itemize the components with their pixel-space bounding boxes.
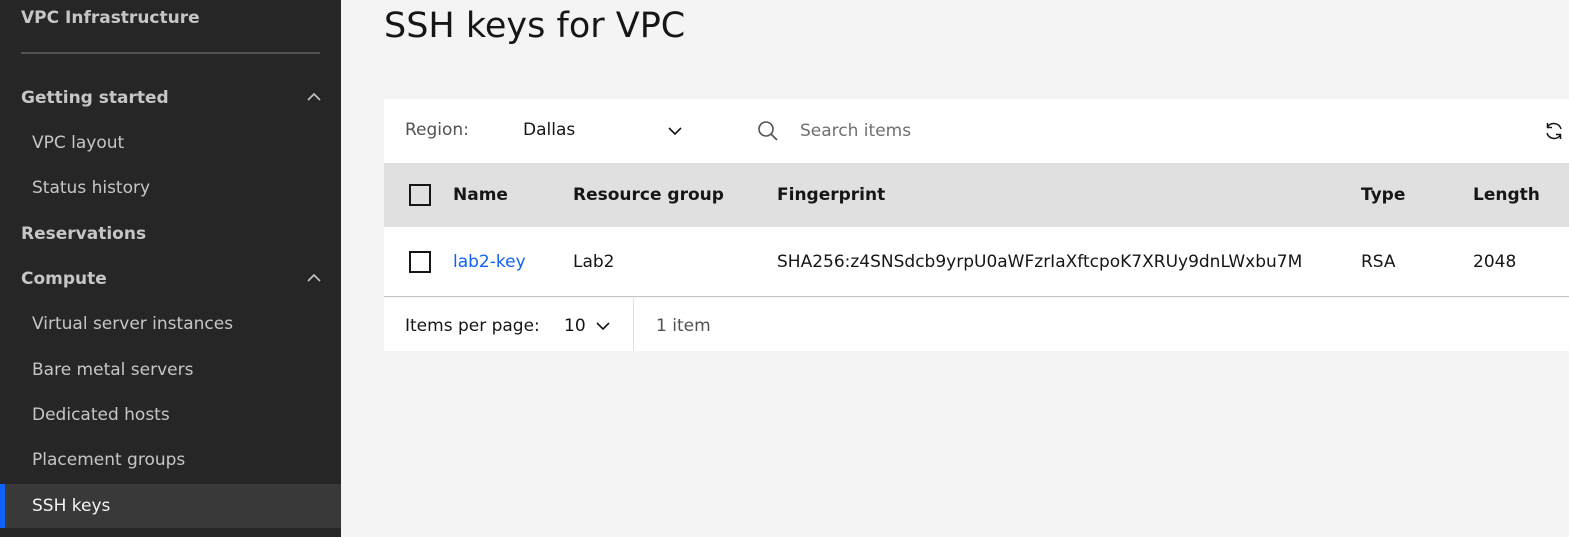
chevron-up-icon — [307, 92, 321, 101]
nav-section-label: Compute — [21, 269, 107, 289]
region-dropdown[interactable]: Dallas — [507, 112, 697, 150]
resource-group-cell: Lab2 — [573, 252, 615, 272]
nav-item-ssh-keys[interactable]: SSH keys — [0, 484, 341, 528]
nav-section-reservations[interactable]: Reservations — [0, 214, 341, 254]
pagination-divider — [633, 298, 634, 351]
nav-item-label: Virtual server instances — [32, 314, 234, 334]
length-cell: 2048 — [1473, 252, 1517, 272]
nav-section-compute[interactable]: Compute — [0, 259, 341, 299]
table-toolbar: Region: Dallas — [384, 99, 1569, 163]
items-per-page-label: Items per page: — [405, 316, 540, 336]
region-label: Region: — [405, 120, 469, 140]
nav-item-label: SSH keys — [32, 496, 111, 516]
search-input[interactable] — [788, 111, 1428, 151]
items-per-page-select[interactable]: 10 — [564, 306, 634, 344]
nav-section-label: Getting started — [21, 88, 169, 108]
column-header-name[interactable]: Name — [453, 185, 508, 205]
chevron-down-icon — [596, 322, 610, 331]
side-nav-title: VPC Infrastructure — [21, 8, 200, 28]
column-header-type[interactable]: Type — [1361, 185, 1405, 205]
item-count: 1 item — [656, 316, 711, 336]
refresh-icon[interactable] — [1543, 120, 1565, 142]
fingerprint-cell: SHA256:z4SNSdcb9yrpU0aWFzrIaXftcpoK7XRUy… — [777, 252, 1303, 272]
nav-item-label: Dedicated hosts — [32, 405, 170, 425]
nav-item-label: Placement groups — [32, 450, 186, 470]
chevron-up-icon — [307, 273, 321, 282]
side-nav-divider — [21, 52, 320, 54]
nav-item-virtual-server-instances[interactable]: Virtual server instances — [0, 303, 341, 345]
table-row: lab2-key Lab2 SHA256:z4SNSdcb9yrpU0aWFzr… — [384, 227, 1569, 297]
nav-item-label: Bare metal servers — [32, 360, 194, 380]
nav-item-bare-metal-servers[interactable]: Bare metal servers — [0, 349, 341, 391]
items-per-page-value: 10 — [564, 316, 586, 336]
type-cell: RSA — [1361, 252, 1396, 272]
nav-item-placement-groups[interactable]: Placement groups — [0, 439, 341, 481]
page-title: SSH keys for VPC — [384, 6, 686, 46]
nav-section-label: Reservations — [21, 224, 147, 244]
row-checkbox[interactable] — [409, 251, 431, 273]
search-icon — [758, 121, 778, 141]
key-name-link[interactable]: lab2-key — [453, 252, 526, 272]
nav-item-status-history[interactable]: Status history — [0, 167, 341, 209]
nav-section-getting-started[interactable]: Getting started — [0, 78, 341, 118]
nav-item-label: Status history — [32, 178, 151, 198]
nav-item-dedicated-hosts[interactable]: Dedicated hosts — [0, 394, 341, 436]
pagination: Items per page: 10 1 item — [384, 298, 1569, 351]
column-header-resource-group[interactable]: Resource group — [573, 185, 724, 205]
select-all-checkbox[interactable] — [409, 184, 431, 206]
nav-item-vpc-layout[interactable]: VPC layout — [0, 122, 341, 164]
nav-item-label: VPC layout — [32, 133, 125, 153]
column-header-length[interactable]: Length — [1473, 185, 1540, 205]
table-header: Name Resource group Fingerprint Type Len… — [384, 163, 1569, 227]
side-nav: VPC Infrastructure Getting started VPC l… — [0, 0, 341, 537]
region-value: Dallas — [523, 120, 576, 140]
column-header-fingerprint[interactable]: Fingerprint — [777, 185, 885, 205]
chevron-down-icon — [668, 127, 682, 136]
